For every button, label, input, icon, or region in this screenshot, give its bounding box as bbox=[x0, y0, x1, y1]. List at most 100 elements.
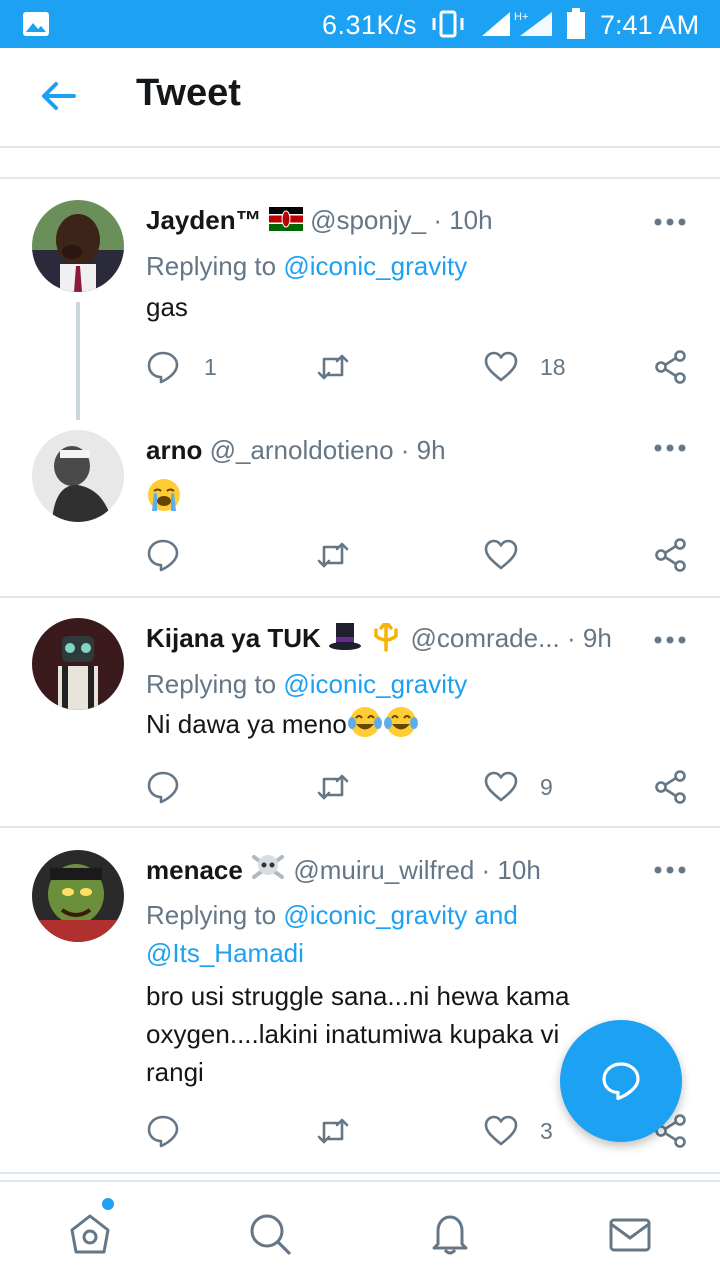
tweet-header: arno @_arnoldotieno · 9h bbox=[146, 435, 626, 466]
retweet-button[interactable] bbox=[316, 350, 350, 384]
tweet-jayden[interactable]: Jayden™ @sponjy_ · 10h Replying to @icon… bbox=[0, 178, 720, 420]
avatar[interactable] bbox=[32, 618, 124, 710]
mention-link[interactable]: @iconic_gravity bbox=[283, 251, 467, 281]
share-icon bbox=[655, 350, 686, 384]
network-type: H+ bbox=[514, 11, 528, 23]
search-icon[interactable] bbox=[248, 1212, 292, 1256]
heart-icon bbox=[484, 771, 518, 802]
replying-prefix: Replying to bbox=[146, 251, 284, 281]
replying-to: Replying to @iconic_gravity bbox=[146, 247, 586, 285]
tweet-text-content: Ni dawa ya meno bbox=[146, 709, 347, 739]
reply-button[interactable] bbox=[146, 350, 180, 384]
tweet-kijana[interactable]: Kijana ya TUK @comrade... · 9h Replying … bbox=[0, 598, 720, 826]
share-button[interactable] bbox=[654, 538, 688, 572]
like-button[interactable] bbox=[484, 1114, 518, 1148]
tweet-actions bbox=[0, 538, 720, 578]
reply-icon bbox=[147, 351, 179, 384]
like-button[interactable] bbox=[484, 538, 518, 572]
tears-of-joy-emoji bbox=[347, 707, 382, 738]
replying-prefix: Replying to bbox=[146, 900, 284, 930]
retweet-button[interactable] bbox=[316, 538, 350, 572]
share-icon bbox=[655, 770, 686, 804]
trident-emblem-emoji bbox=[374, 623, 399, 652]
tweet-actions: 9 bbox=[0, 770, 720, 810]
compose-reply-button[interactable] bbox=[560, 1020, 682, 1142]
more-options-icon[interactable] bbox=[654, 444, 686, 452]
more-options-icon[interactable] bbox=[654, 636, 686, 644]
retweet-button[interactable] bbox=[316, 770, 350, 804]
heart-icon bbox=[484, 1115, 518, 1146]
gallery-icon bbox=[23, 12, 49, 36]
tweet-header: Kijana ya TUK @comrade... · 9h bbox=[146, 623, 626, 654]
display-name[interactable]: Jayden™ bbox=[146, 205, 262, 235]
tweet-time: · 10h bbox=[433, 205, 493, 235]
mention-link[interactable]: @Its_Hamadi bbox=[146, 938, 304, 968]
tears-of-joy-emoji bbox=[383, 707, 418, 738]
status-bar: 6.31K/s H+ 7:41 AM bbox=[0, 0, 720, 48]
tweet-text: gas bbox=[146, 292, 188, 322]
home-icon[interactable] bbox=[68, 1212, 112, 1256]
reply-button[interactable] bbox=[146, 1114, 180, 1148]
kenya-flag-emoji bbox=[268, 207, 303, 232]
vibrate-icon bbox=[432, 10, 464, 38]
like-button[interactable] bbox=[484, 350, 518, 384]
display-name[interactable]: arno bbox=[146, 435, 202, 465]
avatar[interactable] bbox=[32, 430, 124, 522]
heart-icon bbox=[484, 351, 518, 382]
avatar[interactable] bbox=[32, 200, 124, 292]
battery-icon bbox=[567, 8, 585, 39]
signal-icon: H+ bbox=[482, 11, 552, 36]
like-count: 18 bbox=[540, 354, 566, 380]
messages-icon[interactable] bbox=[608, 1212, 652, 1256]
display-name[interactable]: Kijana ya TUK bbox=[146, 623, 321, 653]
reply-icon bbox=[147, 771, 179, 804]
tweet-time: · 9h bbox=[400, 435, 446, 465]
user-handle[interactable]: @comrade... bbox=[411, 623, 560, 653]
skull-crossbones-emoji bbox=[252, 855, 285, 880]
share-button[interactable] bbox=[654, 350, 688, 384]
home-notification-dot bbox=[102, 1198, 114, 1210]
reply-icon bbox=[147, 1115, 179, 1148]
reply-count: 1 bbox=[204, 354, 217, 380]
retweet-icon bbox=[317, 542, 349, 568]
replying-to: Replying to @iconic_gravity bbox=[146, 665, 586, 703]
more-options-icon[interactable] bbox=[654, 218, 686, 226]
network-speed: 6.31K/s bbox=[322, 10, 418, 40]
notifications-icon[interactable] bbox=[428, 1212, 472, 1256]
replying-to: Replying to @iconic_gravity and @Its_Ham… bbox=[146, 896, 586, 972]
top-hat-emoji bbox=[329, 623, 362, 651]
replying-prefix: Replying to bbox=[146, 669, 284, 699]
tweet-actions: 1 18 bbox=[0, 350, 720, 390]
mention-link[interactable]: @iconic_gravity and bbox=[283, 900, 518, 930]
like-count: 3 bbox=[540, 1118, 553, 1144]
compose-reply-icon bbox=[602, 1062, 640, 1101]
top-app-bar: Tweet bbox=[0, 48, 720, 148]
arrow-left-icon[interactable] bbox=[36, 76, 80, 116]
tweet-text: Ni dawa ya meno bbox=[146, 705, 616, 743]
page-title: Tweet bbox=[136, 72, 241, 114]
tweet-arno[interactable]: arno @_arnoldotieno · 9h bbox=[0, 420, 720, 596]
tweet-time: · 9h bbox=[567, 623, 612, 653]
status-time: 7:41 AM bbox=[600, 10, 700, 40]
tweet-time: · 10h bbox=[481, 855, 541, 885]
user-handle[interactable]: @_arnoldotieno bbox=[210, 435, 394, 465]
reply-button[interactable] bbox=[146, 770, 180, 804]
divider bbox=[0, 1172, 720, 1174]
tweet-header: menace @muiru_wilfred · 10h bbox=[146, 855, 626, 886]
loudly-crying-face-emoji bbox=[148, 479, 180, 512]
reply-button[interactable] bbox=[146, 538, 180, 572]
more-options-icon[interactable] bbox=[654, 866, 686, 874]
avatar[interactable] bbox=[32, 850, 124, 942]
user-handle[interactable]: @sponjy_ bbox=[310, 205, 426, 235]
mention-link[interactable]: @iconic_gravity bbox=[283, 669, 467, 699]
user-handle[interactable]: @muiru_wilfred bbox=[293, 855, 474, 885]
retweet-icon bbox=[317, 354, 349, 380]
like-count: 9 bbox=[540, 774, 553, 800]
retweet-icon bbox=[317, 774, 349, 800]
share-icon bbox=[655, 538, 686, 572]
tweet-text: bro usi struggle sana...ni hewa kama oxy… bbox=[146, 981, 570, 1087]
retweet-button[interactable] bbox=[316, 1114, 350, 1148]
share-button[interactable] bbox=[654, 770, 688, 804]
like-button[interactable] bbox=[484, 770, 518, 804]
display-name[interactable]: menace bbox=[146, 855, 243, 885]
